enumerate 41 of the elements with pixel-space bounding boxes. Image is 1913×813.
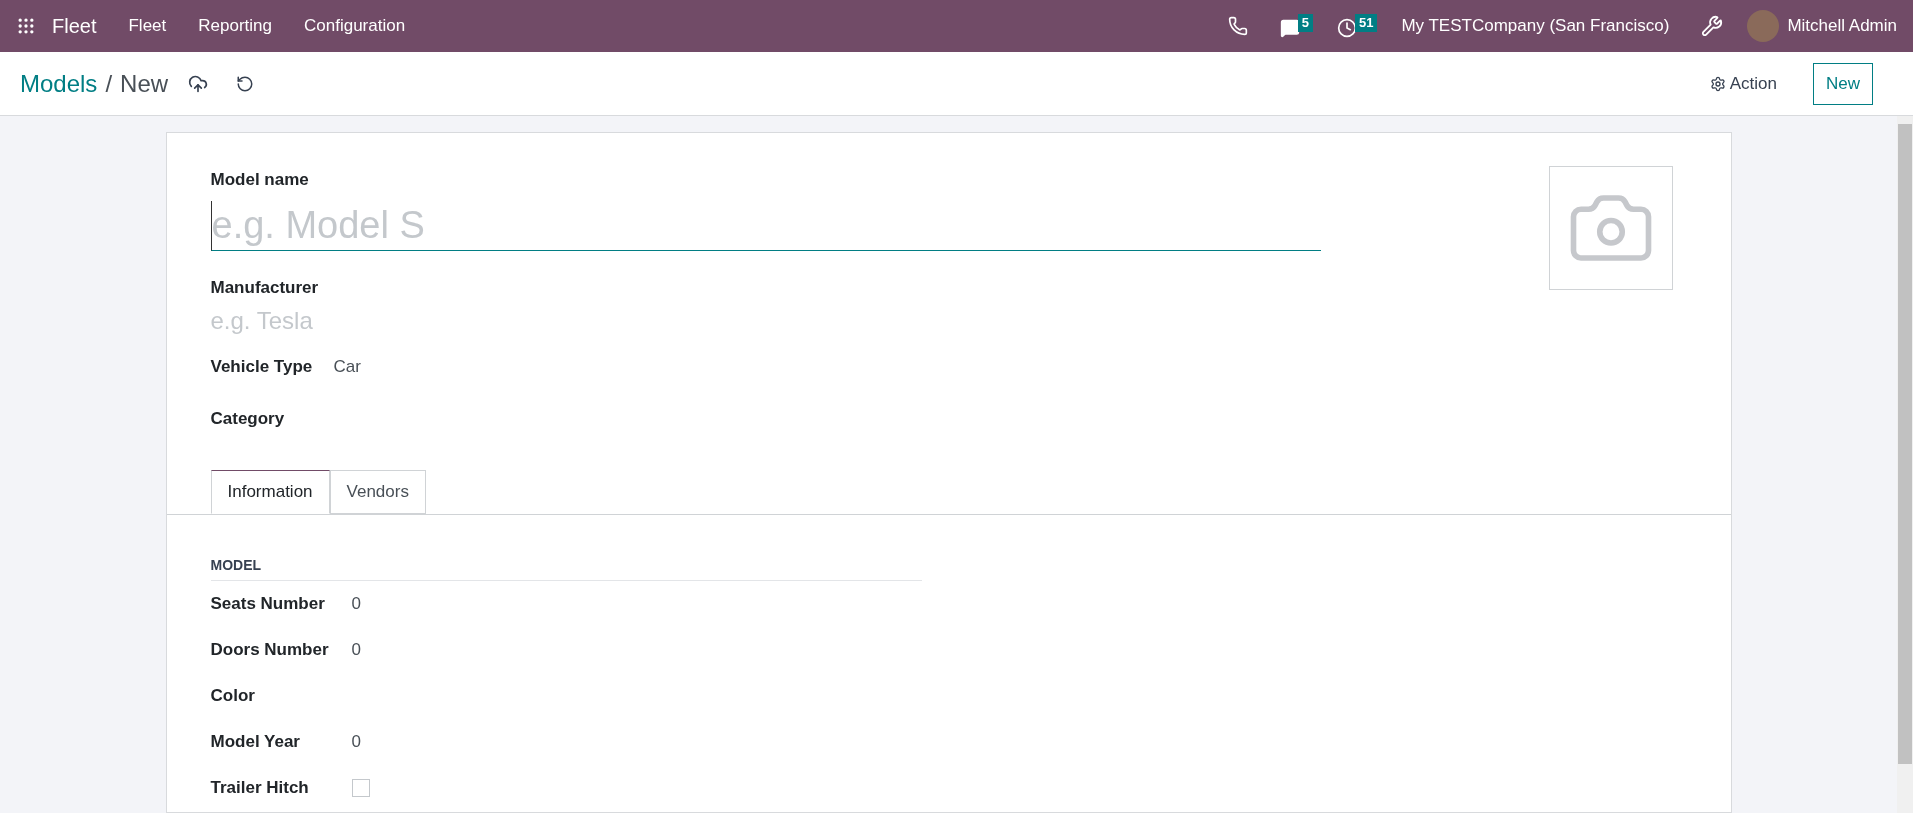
- breadcrumb-current: New: [120, 68, 169, 99]
- app-name: Fleet: [52, 14, 97, 39]
- field-value[interactable]: 0: [351, 591, 361, 617]
- apps-menu-icon[interactable]: [16, 16, 36, 36]
- field-value[interactable]: 0: [351, 729, 361, 755]
- save-cloud-icon[interactable]: [188, 73, 209, 94]
- activities-button[interactable]: 51: [1336, 14, 1378, 38]
- field-label: Vehicle Type: [210, 356, 314, 379]
- field-label: Model name: [210, 169, 310, 191]
- discard-icon[interactable]: [236, 74, 255, 93]
- menu-item[interactable]: Reporting: [198, 13, 272, 39]
- field-label: Manufacturer: [210, 276, 320, 299]
- field-label: Trailer Hitch: [210, 777, 310, 800]
- menu-item[interactable]: Configuration: [304, 13, 406, 39]
- action-button[interactable]: Action: [1709, 70, 1777, 97]
- phone-icon[interactable]: [1227, 16, 1248, 36]
- section-title: MODEL: [210, 555, 922, 581]
- user-menu[interactable]: Mitchell Admin: [1787, 13, 1897, 39]
- breadcrumb-separator: /: [105, 68, 113, 99]
- form-tab[interactable]: Vendors: [329, 470, 426, 514]
- form-tab[interactable]: Information: [210, 470, 330, 514]
- checkbox[interactable]: [351, 779, 370, 797]
- model-name-input[interactable]: e.g. Model S: [210, 200, 1321, 251]
- field-label: Doors Number: [210, 639, 330, 662]
- field-value[interactable]: Car: [333, 354, 361, 380]
- new-button[interactable]: New: [1813, 62, 1873, 105]
- field-label: Seats Number: [210, 593, 326, 616]
- field-label: Color: [210, 685, 256, 708]
- field-value[interactable]: 0: [351, 637, 361, 663]
- scrollbar[interactable]: [1897, 116, 1913, 813]
- count-badge: 5: [1297, 14, 1313, 32]
- manufacturer-input[interactable]: e.g. Tesla: [210, 304, 1321, 338]
- messages-button[interactable]: 5: [1279, 14, 1313, 38]
- company-switcher[interactable]: My TESTCompany (San Francisco): [1401, 13, 1670, 39]
- menu-item[interactable]: Fleet: [128, 13, 167, 39]
- gear-icon: [1709, 75, 1726, 92]
- count-badge: 51: [1354, 14, 1378, 32]
- breadcrumb-link[interactable]: Models: [20, 65, 98, 102]
- tools-icon[interactable]: [1701, 15, 1724, 37]
- field-label: Model Year: [210, 731, 301, 754]
- field-label: Category: [210, 408, 286, 431]
